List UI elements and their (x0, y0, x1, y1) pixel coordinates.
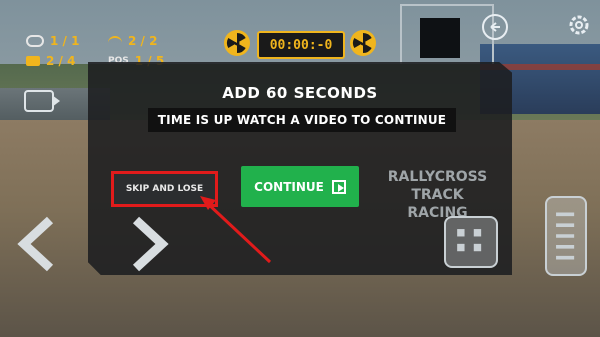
steer-right-icon[interactable] (124, 214, 174, 274)
dialog-title: ADD 60 SECONDS (222, 84, 378, 102)
continue-button[interactable]: CONTINUE (241, 166, 359, 207)
radiation-icon (350, 30, 376, 56)
scenery-screen (420, 18, 460, 58)
play-icon (331, 179, 346, 194)
skip-and-lose-button[interactable]: SKIP AND LOSE (111, 171, 218, 207)
settings-gear-icon[interactable] (566, 12, 592, 38)
checkpoint-counter: 2 / 4 (26, 54, 75, 68)
gas-pedal-icon[interactable] (545, 196, 587, 276)
dialog-subtitle: TIME IS UP WATCH A VIDEO TO CONTINUE (148, 108, 456, 132)
lap-timer-counter: 2 / 2 (108, 34, 157, 48)
game-watermark: RALLYCROSS TRACK RACING (387, 169, 488, 221)
race-timer: 00:00:-0 (257, 31, 345, 59)
checkpoint-value: 2 / 4 (46, 54, 76, 68)
brake-pedal-icon[interactable] (444, 216, 498, 268)
lap-value: 1 / 1 (50, 34, 80, 48)
lap-timer-value: 2 / 2 (128, 34, 158, 48)
checkpoint-flag-icon (26, 56, 40, 66)
radiation-icon (224, 30, 250, 56)
lap-icon (26, 35, 44, 47)
steer-left-icon[interactable] (14, 214, 64, 274)
back-icon[interactable] (482, 14, 508, 40)
lap-timer-icon (108, 36, 122, 46)
skip-label: SKIP AND LOSE (125, 184, 204, 194)
race-timer-value: 00:00:-0 (269, 37, 333, 53)
continue-label: CONTINUE (254, 179, 324, 194)
lap-counter: 1 / 1 (26, 34, 79, 48)
